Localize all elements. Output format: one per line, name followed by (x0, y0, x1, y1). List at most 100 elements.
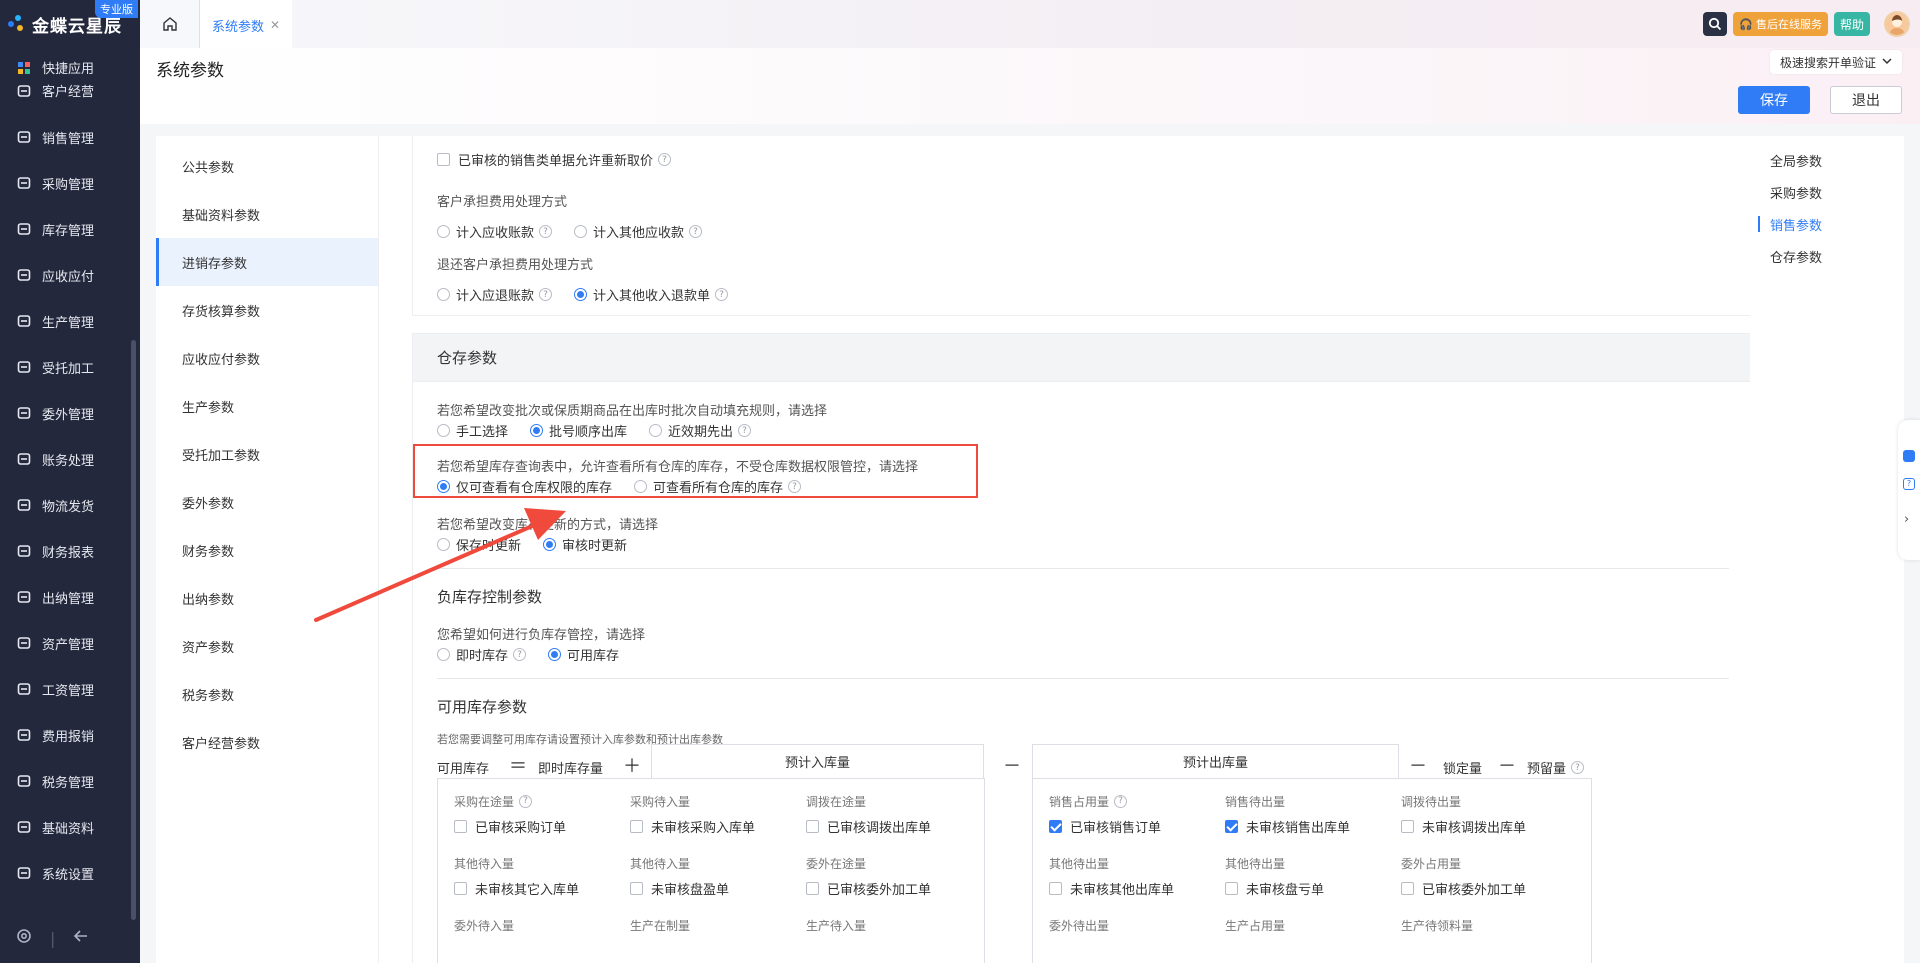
checkbox[interactable] (1401, 882, 1414, 895)
radio[interactable] (437, 288, 450, 301)
cell-option[interactable]: 未审核销售出库单 (1225, 817, 1350, 836)
cell-option[interactable]: 已审核销售订单 (1049, 817, 1161, 836)
reprice-option[interactable]: 已审核的销售类单据允许重新取价 ? (437, 150, 672, 169)
radio[interactable] (437, 225, 450, 238)
checkbox-checked[interactable] (1049, 820, 1062, 833)
radio-selected[interactable] (530, 424, 544, 437)
nav-item-10[interactable]: 物流发货 (0, 482, 140, 528)
help-icon[interactable]: ? (1571, 761, 1585, 774)
nav-item-7[interactable]: 受托加工 (0, 344, 140, 390)
subnav-item-2[interactable]: 进销存参数 (156, 238, 378, 286)
return-fee-opt1[interactable]: 计入应退账款? (437, 285, 553, 304)
service-button[interactable]: 🎧 售后在线服务 (1733, 12, 1828, 36)
question-icon[interactable]: ? (1903, 478, 1915, 490)
tab-system-params[interactable]: 系统参数 ✕ (200, 0, 293, 48)
nav-item-14[interactable]: 工资管理 (0, 666, 140, 712)
help-icon[interactable]: ? (1114, 794, 1128, 808)
batch-opt2[interactable]: 批号顺序出库 (530, 421, 627, 440)
collapse-arrow-icon[interactable] (73, 928, 89, 948)
nav-item-2[interactable]: 销售管理 (0, 114, 140, 160)
cell-option[interactable]: 已审核采购订单 (454, 817, 566, 836)
nav-item-0[interactable]: 快捷应用 (0, 56, 140, 79)
expected-out-header: 预计出库量 (1032, 744, 1399, 778)
help-icon[interactable]: ? (658, 153, 672, 166)
checkbox[interactable] (454, 820, 467, 833)
subnav-item-0[interactable]: 公共参数 (156, 142, 378, 190)
quick-search-dropdown[interactable]: 极速搜索开单验证 (1769, 50, 1902, 74)
subnav-item-3[interactable]: 存货核算参数 (156, 286, 378, 334)
checkbox-checked[interactable] (1225, 820, 1238, 833)
subnav-item-1[interactable]: 基础资料参数 (156, 190, 378, 238)
nav-item-12[interactable]: 出纳管理 (0, 574, 140, 620)
checkbox[interactable] (630, 882, 643, 895)
nav-item-15[interactable]: 费用报销 (0, 712, 140, 758)
cust-fee-opt2[interactable]: 计入其他应收款? (574, 222, 703, 241)
checkbox[interactable] (1225, 882, 1238, 895)
nav-item-8[interactable]: 委外管理 (0, 390, 140, 436)
cell-option[interactable]: 已审核委外加工单 (806, 879, 931, 898)
anchor-item-1[interactable]: 采购参数 (1752, 176, 1904, 208)
close-icon[interactable]: ✕ (270, 18, 280, 32)
radio-selected[interactable] (574, 288, 588, 301)
subnav-item-6[interactable]: 受托加工参数 (156, 430, 378, 478)
cell-title: 调拨在途量 (806, 793, 931, 809)
help-button[interactable]: 帮助 (1833, 12, 1870, 36)
cust-fee-opt1[interactable]: 计入应收账款? (437, 222, 553, 241)
reprice-checkbox[interactable] (437, 153, 450, 166)
nav-item-17[interactable]: 基础资料 (0, 804, 140, 850)
subnav-item-11[interactable]: 税务参数 (156, 670, 378, 718)
batch-opt3[interactable]: 近效期先出? (649, 421, 752, 440)
chevron-right-icon[interactable]: › (1904, 512, 1909, 527)
cell-option[interactable]: 未审核盘盈单 (630, 879, 729, 898)
checkbox[interactable] (1049, 882, 1062, 895)
subnav-item-4[interactable]: 应收应付参数 (156, 334, 378, 382)
cell-option[interactable]: 已审核委外加工单 (1401, 879, 1526, 898)
avatar[interactable] (1884, 11, 1910, 37)
radio[interactable] (437, 424, 450, 437)
nav-item-1[interactable]: 客户经营 (0, 79, 140, 102)
nav-item-9[interactable]: 账务处理 (0, 436, 140, 482)
checkbox[interactable] (630, 820, 643, 833)
nav-item-6[interactable]: 生产管理 (0, 298, 140, 344)
nav-item-16[interactable]: 税务管理 (0, 758, 140, 804)
cell-option[interactable]: 已审核调拨出库单 (806, 817, 931, 836)
cell-option[interactable]: 未审核其他出库单 (1049, 879, 1174, 898)
search-button[interactable] (1703, 12, 1728, 36)
nav-item-11[interactable]: 财务报表 (0, 528, 140, 574)
cell-option[interactable]: 未审核调拨出库单 (1401, 817, 1526, 836)
nav-item-13[interactable]: 资产管理 (0, 620, 140, 666)
nav-item-18[interactable]: 系统设置 (0, 850, 140, 896)
help-icon[interactable]: ? (689, 225, 703, 238)
anchor-item-2[interactable]: 销售参数 (1752, 208, 1904, 240)
settings-icon[interactable] (16, 928, 32, 948)
brand-logo[interactable]: 金蝶云星辰 专业版 (0, 0, 140, 48)
checkbox[interactable] (454, 882, 467, 895)
help-icon[interactable]: ? (738, 424, 752, 437)
nav-item-5[interactable]: 应收应付 (0, 252, 140, 298)
checkbox[interactable] (1401, 820, 1414, 833)
home-tab[interactable] (140, 0, 200, 48)
help-icon[interactable]: ? (539, 288, 553, 301)
subnav-item-12[interactable]: 客户经营参数 (156, 718, 378, 766)
batch-opt1[interactable]: 手工选择 (437, 421, 508, 440)
nav-scrollbar[interactable] (131, 340, 136, 920)
subnav-item-5[interactable]: 生产参数 (156, 382, 378, 430)
nav-item-4[interactable]: 库存管理 (0, 206, 140, 252)
nav-item-3[interactable]: 采购管理 (0, 160, 140, 206)
anchor-item-3[interactable]: 仓存参数 (1752, 240, 1904, 272)
exit-button[interactable]: 退出 (1830, 86, 1902, 114)
help-icon[interactable]: ? (715, 288, 729, 301)
checkbox[interactable] (806, 820, 819, 833)
cell-option[interactable]: 未审核采购入库单 (630, 817, 755, 836)
chat-icon[interactable] (1903, 450, 1915, 462)
help-icon[interactable]: ? (519, 794, 533, 808)
save-button[interactable]: 保存 (1738, 86, 1810, 114)
cell-option[interactable]: 未审核盘亏单 (1225, 879, 1324, 898)
cell-option[interactable]: 未审核其它入库单 (454, 879, 579, 898)
return-fee-opt2[interactable]: 计入其他收入退款单? (574, 285, 729, 304)
radio[interactable] (574, 225, 588, 238)
anchor-item-0[interactable]: 全局参数 (1752, 144, 1904, 176)
checkbox[interactable] (806, 882, 819, 895)
help-icon[interactable]: ? (539, 225, 553, 238)
radio[interactable] (649, 424, 663, 437)
